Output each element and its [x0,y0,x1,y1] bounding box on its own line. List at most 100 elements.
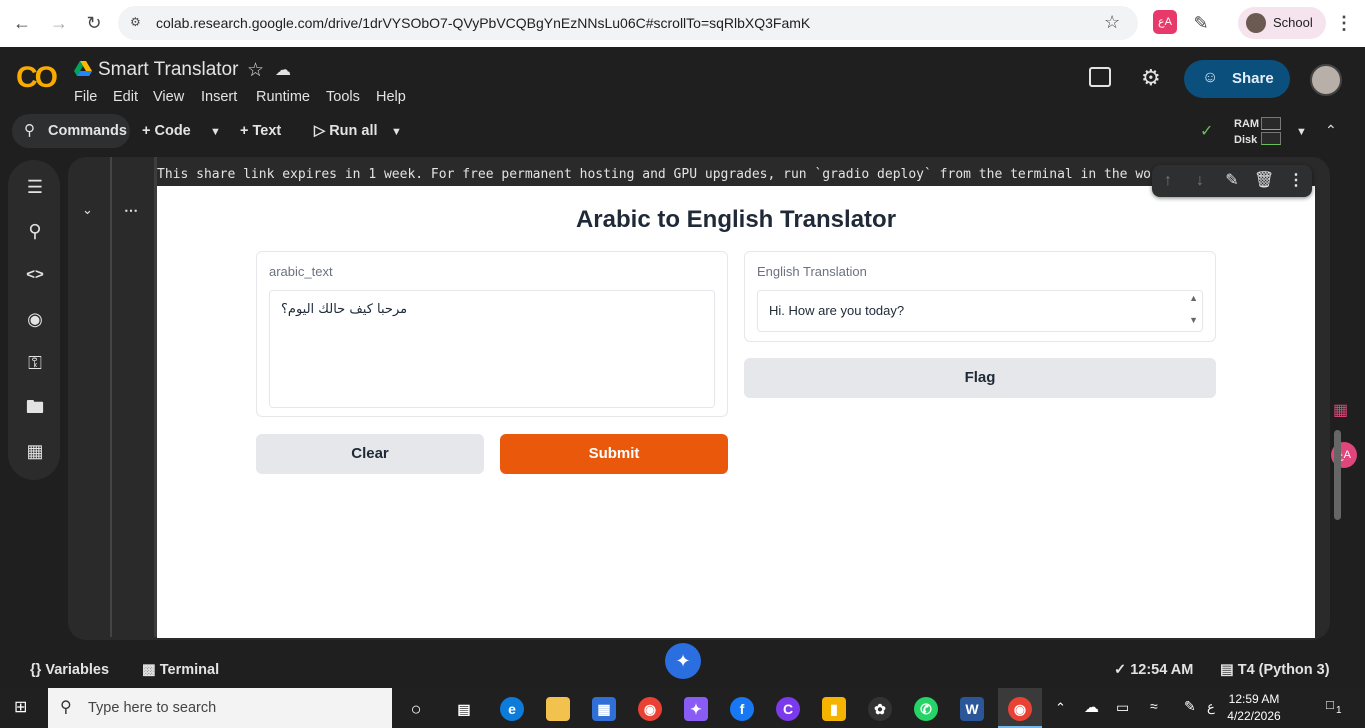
add-text-button[interactable]: + Text [240,123,281,139]
whatsapp-icon[interactable]: ✆ [914,697,938,721]
run-all-dropdown-icon[interactable]: ▼ [391,126,402,138]
runtime-dropdown-icon[interactable]: ▼ [1296,126,1307,138]
code-snippets-icon[interactable]: <> [24,264,46,286]
menu-insert[interactable]: Insert [201,89,237,105]
chatgpt-icon[interactable]: ✿ [868,697,892,721]
table-of-contents-icon[interactable]: ☰ [24,176,46,198]
extensions-icon[interactable]: ✎ [1189,11,1213,35]
variables-label: Variables [45,662,110,678]
execution-status[interactable]: ✓ 12:54 AM [1114,662,1193,678]
notebook-title[interactable]: Smart Translator [98,59,238,81]
copilot-icon[interactable]: ✦ [684,697,708,721]
store-icon[interactable]: ▦ [592,697,616,721]
file-explorer-icon[interactable] [546,697,570,721]
flag-button[interactable]: Flag [744,358,1216,398]
profile-label: School [1273,15,1313,30]
colab-header: CO Smart Translator ☆ ☁ File Edit View I… [0,47,1365,111]
find-replace-icon[interactable]: ⚲ [24,220,46,242]
chrome-active-task[interactable]: ◉ [998,688,1042,728]
run-all-button[interactable]: ▷ Run all [314,123,378,139]
battery-icon[interactable]: ▭ [1116,699,1129,716]
tray-overflow-icon[interactable]: ⌃ [1055,700,1066,716]
menu-file[interactable]: File [74,89,97,105]
scroll-down-icon[interactable]: ▼ [1189,315,1198,325]
terminal-button[interactable]: ▩ Terminal [142,662,219,678]
edit-cell-icon[interactable]: ✎ [1222,171,1242,191]
secrets-key-icon[interactable]: ⚿ [24,352,46,374]
user-avatar[interactable] [1310,64,1342,96]
share-button[interactable]: ☺ Share [1184,60,1290,98]
collapse-header-icon[interactable]: ⌃ [1325,122,1337,139]
variables-button[interactable]: {} Variables [30,662,109,678]
english-translation-output[interactable]: Hi. How are you today? ▲ ▼ [757,290,1203,332]
data-table-icon[interactable]: ▦ [24,440,46,462]
edge-icon[interactable]: e [500,697,524,721]
menu-tools[interactable]: Tools [326,89,360,105]
colab-logo[interactable]: CO [16,61,58,95]
people-icon: ☺ [1202,69,1219,86]
menu-edit[interactable]: Edit [113,89,138,105]
share-link-notice: This share link expires in 1 week. For f… [157,167,1153,182]
vertical-scrollbar[interactable] [1334,430,1341,520]
profile-chip[interactable]: School [1238,7,1326,39]
chrome-icon[interactable]: ◉ [638,697,662,721]
arabic-text-input[interactable]: مرحبا كيف حالك اليوم؟ [269,290,715,408]
notifications-icon[interactable]: □ 1 [1326,697,1348,719]
move-up-icon[interactable]: ↑ [1158,171,1178,191]
commands-label: Commands [48,123,127,139]
add-code-button[interactable]: + Code [142,123,191,139]
system-clock[interactable]: 12:59 AM 4/22/2026 [1222,691,1286,725]
url-text[interactable]: colab.research.google.com/drive/1drVYSOb… [156,15,810,31]
commands-button[interactable]: ⚲ Commands [12,114,130,148]
gradio-app: Arabic to English Translator arabic_text… [157,186,1315,638]
browser-menu-icon[interactable]: ⋮ [1332,11,1356,35]
clear-button[interactable]: Clear [256,434,484,474]
menu-runtime[interactable]: Runtime [256,89,310,105]
runtime-info[interactable]: ▤ T4 (Python 3) [1220,662,1330,678]
facebook-icon[interactable]: f [730,697,754,721]
search-icon: ⚲ [60,699,72,716]
reload-icon[interactable]: ↻ [82,11,106,35]
canva-icon[interactable]: C [776,697,800,721]
forward-icon[interactable]: → [47,11,71,35]
cell-more-icon[interactable]: ⋮ [1286,171,1306,191]
files-folder-icon[interactable]: 🖿 [24,396,46,418]
output-label: English Translation [757,264,867,279]
menu-help[interactable]: Help [376,89,406,105]
menu-view[interactable]: View [153,89,184,105]
notebook-toolbar: ⚲ Commands + Code ▼ + Text ▷ Run all ▼ ✓… [0,111,1365,151]
code-dropdown-icon[interactable]: ▼ [210,126,221,138]
move-down-icon[interactable]: ↓ [1190,171,1210,191]
profile-avatar [1246,13,1266,33]
address-bar[interactable]: ⚙ colab.research.google.com/drive/1drVYS… [118,6,1138,40]
resource-indicator[interactable]: RAM Disk [1234,116,1259,148]
windows-start-icon[interactable]: ⊞ [14,699,32,717]
star-icon[interactable]: ☆ [247,59,264,82]
translate-extension-icon[interactable]: عA [1153,10,1177,34]
ram-meter [1261,117,1281,130]
clock-time: 12:59 AM [1228,692,1280,706]
wifi-icon[interactable]: ≈ [1150,698,1158,714]
apps-grid-icon[interactable]: ▦ [1333,400,1348,420]
gemini-icon[interactable]: ✦ [665,643,701,679]
taskbar-search[interactable]: ⚲ Type here to search [48,688,392,728]
back-icon[interactable]: ← [10,11,34,35]
pen-icon[interactable]: ✎ [1184,698,1196,715]
scroll-up-icon[interactable]: ▲ [1189,293,1198,303]
task-view-icon[interactable]: ▤ [452,697,476,721]
input-language[interactable]: ع [1207,699,1215,715]
comments-icon[interactable] [1089,67,1111,87]
collapse-output-icon[interactable]: ⌄ [82,202,93,218]
site-info-icon[interactable]: ⚙ [130,15,146,31]
ram-label: RAM [1234,118,1260,130]
onedrive-icon[interactable]: ☁ [1084,698,1099,716]
power-bi-icon[interactable]: ▮ [822,697,846,721]
variables-inspector-icon[interactable]: ◉ [24,308,46,330]
output-menu-icon[interactable]: ⋯ [124,202,138,219]
word-icon[interactable]: W [960,697,984,721]
submit-button[interactable]: Submit [500,434,728,474]
bookmark-star-icon[interactable]: ☆ [1104,12,1120,33]
delete-cell-icon[interactable]: 🗑 [1254,171,1274,191]
settings-gear-icon[interactable]: ⚙ [1141,65,1161,91]
cortana-icon[interactable]: ○ [404,697,428,721]
